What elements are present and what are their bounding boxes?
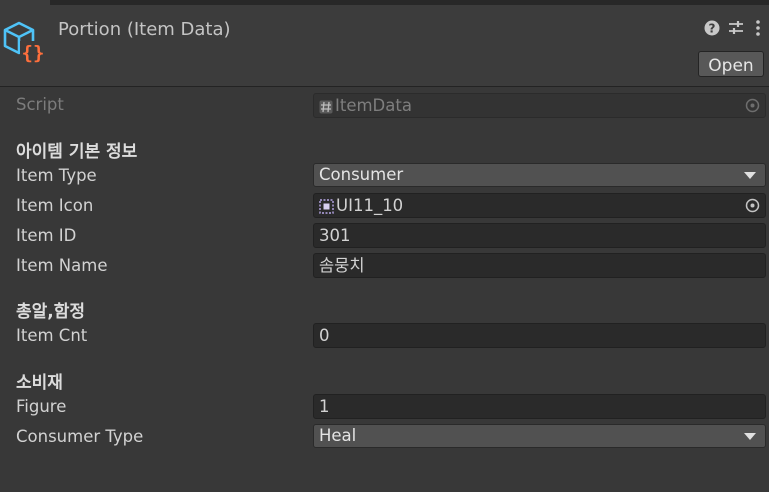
figure-input[interactable]: 1 xyxy=(313,394,766,419)
item-id-label: Item ID xyxy=(16,226,77,245)
item-type-label: Item Type xyxy=(16,166,97,185)
consumer-type-value: Heal xyxy=(319,426,357,445)
svg-text:{}: {} xyxy=(22,42,45,64)
item-icon-label: Item Icon xyxy=(16,196,94,215)
script-value: ItemData xyxy=(335,96,412,115)
open-button[interactable]: Open xyxy=(698,51,764,77)
presets-icon[interactable] xyxy=(727,19,745,37)
script-field: ItemData xyxy=(313,93,766,118)
item-type-dropdown[interactable]: Consumer xyxy=(313,163,766,187)
svg-text:?: ? xyxy=(709,22,716,36)
figure-label: Figure xyxy=(16,397,67,416)
item-name-label: Item Name xyxy=(16,256,108,275)
script-label: Script xyxy=(16,95,64,114)
script-hash-icon xyxy=(319,100,333,113)
kebab-menu-icon[interactable] xyxy=(753,19,763,37)
item-name-input[interactable]: 솜뭉치 xyxy=(313,253,766,278)
help-icon[interactable]: ? xyxy=(703,19,721,37)
dropdown-caret-icon xyxy=(744,172,756,179)
item-id-input[interactable]: 301 xyxy=(313,223,766,248)
inspector-header: {} Portion (Item Data) ? Open xyxy=(0,5,769,86)
sprite-icon xyxy=(319,199,334,214)
item-cnt-input[interactable]: 0 xyxy=(313,323,766,348)
item-cnt-label: Item Cnt xyxy=(16,326,88,345)
scriptable-object-icon: {} xyxy=(3,21,46,64)
section-header-consumable: 소비재 xyxy=(16,373,63,393)
consumer-type-label: Consumer Type xyxy=(16,427,144,446)
object-picker-icon[interactable] xyxy=(745,198,760,213)
object-picker-icon[interactable] xyxy=(745,98,760,113)
item-type-value: Consumer xyxy=(319,165,404,184)
inspector-title: Portion (Item Data) xyxy=(58,19,231,40)
item-icon-value: UI11_10 xyxy=(336,196,404,215)
section-header-gun-trap: 총알,함정 xyxy=(16,302,86,322)
dropdown-caret-icon xyxy=(744,433,756,440)
header-divider xyxy=(0,86,769,87)
consumer-type-dropdown[interactable]: Heal xyxy=(313,424,766,448)
item-icon-field[interactable]: UI11_10 xyxy=(313,193,766,218)
section-header-basic-info: 아이템 기본 정보 xyxy=(16,142,138,162)
